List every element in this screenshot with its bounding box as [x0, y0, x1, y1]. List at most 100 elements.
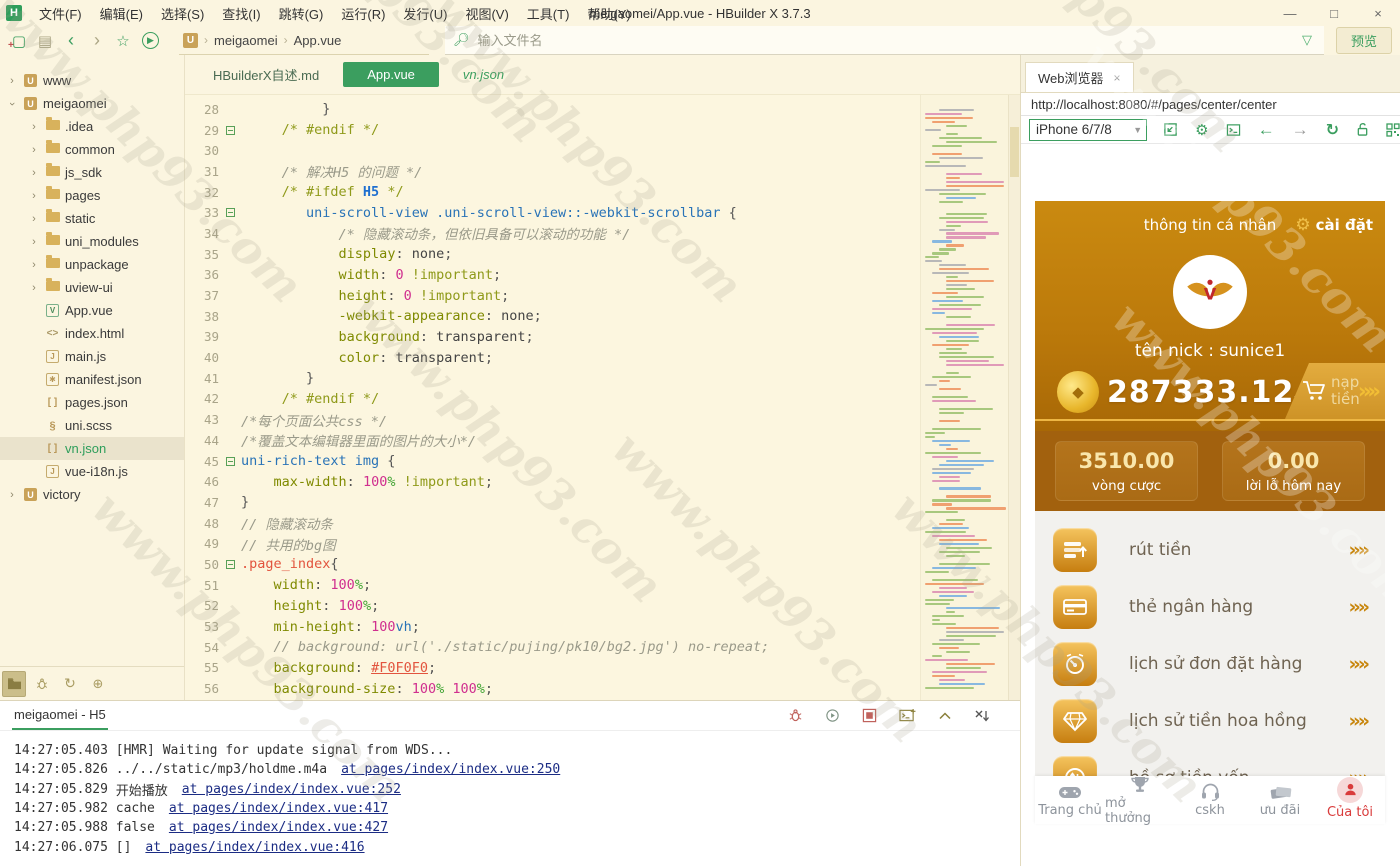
settings-button[interactable]: ⚙ cài đặt — [1295, 215, 1373, 235]
tree-item-manifest.json[interactable]: ✱manifest.json — [0, 368, 184, 391]
tree-item-unpackage[interactable]: ›unpackage — [0, 253, 184, 276]
chevron-collapsed-icon[interactable]: › — [28, 190, 40, 202]
terminal-icon[interactable] — [1226, 123, 1241, 137]
breadcrumb-file[interactable]: App.vue — [294, 33, 342, 48]
nav-item-person[interactable]: Của tôi — [1315, 776, 1385, 824]
chevron-collapsed-icon[interactable]: › — [6, 75, 18, 87]
tree-item-vn.json[interactable]: [ ]vn.json — [0, 437, 184, 460]
close-button[interactable]: × — [1356, 6, 1400, 21]
breadcrumb-project[interactable]: meigaomei — [214, 33, 278, 48]
filter-funnel-icon[interactable]: ▽ — [1302, 32, 1312, 48]
tab-vn.json[interactable]: vn.json — [439, 62, 528, 87]
chevron-collapsed-icon[interactable]: › — [28, 167, 40, 179]
chevron-collapsed-icon[interactable]: › — [28, 144, 40, 156]
menu-item-order-history[interactable]: lịch sử đơn đặt hàng»» — [1035, 635, 1385, 692]
save-icon[interactable]: ▤ — [32, 32, 58, 50]
log-source-link[interactable]: at pages/index/index.vue:427 — [169, 820, 388, 835]
menu-item-选择S[interactable]: 选择(S) — [152, 4, 213, 23]
close-icon[interactable]: × — [1114, 71, 1121, 85]
tree-item-pages.json[interactable]: [ ]pages.json — [0, 391, 184, 414]
nav-item-gamepad[interactable]: Trang chủ — [1035, 776, 1105, 824]
tab-App.vue[interactable]: App.vue — [343, 62, 439, 87]
settings-icon[interactable]: ⚙ — [1195, 121, 1208, 139]
fold-marker-icon[interactable] — [219, 126, 241, 135]
network-icon[interactable]: ⊕ — [86, 671, 110, 697]
code-editor[interactable]: 28 }29 /* #endif */3031 /* 解决H5 的问题 */32… — [185, 95, 1020, 700]
collapse-icon[interactable] — [938, 710, 952, 722]
minimize-button[interactable]: — — [1268, 6, 1312, 21]
new-terminal-icon[interactable] — [899, 708, 916, 723]
chevron-collapsed-icon[interactable]: › — [28, 121, 40, 133]
avatar[interactable]: V — [1173, 255, 1247, 329]
new-file-icon[interactable]: ▢+ — [6, 32, 32, 50]
restart-icon[interactable] — [825, 708, 840, 723]
log-source-link[interactable]: at pages/index/index.vue:252 — [182, 782, 401, 797]
menu-item-运行R[interactable]: 运行(R) — [332, 4, 394, 23]
stop-icon[interactable] — [862, 708, 877, 723]
scrollbar-thumb[interactable] — [1010, 127, 1019, 177]
tree-item-pages[interactable]: ›pages — [0, 184, 184, 207]
tree-item-meigaomei[interactable]: ›Umeigaomei — [0, 92, 184, 115]
tab-HBuilderX自述.md[interactable]: HBuilderX自述.md — [189, 60, 343, 89]
log-source-link[interactable]: at pages/index/index.vue:250 — [341, 762, 560, 777]
tree-item-uni_modules[interactable]: ›uni_modules — [0, 230, 184, 253]
menu-item-文件F[interactable]: 文件(F) — [30, 4, 91, 23]
forward-icon[interactable]: → — [1292, 120, 1309, 140]
nav-item-tickets[interactable]: ưu đãi — [1245, 776, 1315, 824]
qr-code-icon[interactable] — [1386, 123, 1400, 137]
unlock-icon[interactable] — [1356, 122, 1369, 137]
minimap[interactable] — [920, 95, 1008, 700]
menu-item-编辑E[interactable]: 编辑(E) — [91, 4, 152, 23]
bug-icon[interactable] — [788, 708, 803, 723]
menu-item-跳转G[interactable]: 跳转(G) — [270, 4, 333, 23]
menu-item-funds[interactable]: hồ sơ tiền vốn»» — [1035, 749, 1385, 776]
search-input[interactable] — [478, 33, 1298, 48]
log-source-link[interactable]: at pages/index/index.vue:417 — [169, 801, 388, 816]
menu-item-发行U[interactable]: 发行(U) — [394, 4, 456, 23]
tree-item-common[interactable]: ›common — [0, 138, 184, 161]
clear-icon[interactable] — [974, 709, 990, 723]
nav-item-headset[interactable]: cskh — [1175, 776, 1245, 824]
forward-icon[interactable]: › — [84, 30, 110, 51]
chevron-collapsed-icon[interactable]: › — [6, 489, 18, 501]
tree-item-js_sdk[interactable]: ›js_sdk — [0, 161, 184, 184]
url-bar[interactable] — [1021, 93, 1400, 116]
chevron-collapsed-icon[interactable]: › — [28, 213, 40, 225]
log-source-link[interactable]: at pages/index/index.vue:416 — [145, 840, 364, 855]
tree-item-uni.scss[interactable]: §uni.scss — [0, 414, 184, 437]
menu-item-withdraw[interactable]: rút tiền»» — [1035, 521, 1385, 578]
files-panel-icon[interactable] — [2, 671, 26, 697]
menu-item-视图V[interactable]: 视图(V) — [456, 4, 517, 23]
chevron-collapsed-icon[interactable]: › — [28, 236, 40, 248]
tree-item-vue-i18n.js[interactable]: Jvue-i18n.js — [0, 460, 184, 483]
back-icon[interactable]: ← — [1258, 120, 1275, 140]
tree-item-.idea[interactable]: ›.idea — [0, 115, 184, 138]
menu-item-查找I[interactable]: 查找(I) — [213, 4, 269, 23]
chevron-collapsed-icon[interactable]: › — [28, 282, 40, 294]
back-icon[interactable]: ‹ — [58, 30, 84, 51]
tree-item-main.js[interactable]: Jmain.js — [0, 345, 184, 368]
fold-marker-icon[interactable] — [219, 457, 241, 466]
tree-item-App.vue[interactable]: VApp.vue — [0, 299, 184, 322]
tree-item-index.html[interactable]: <>index.html — [0, 322, 184, 345]
tree-item-victory[interactable]: ›Uvictory — [0, 483, 184, 506]
url-input[interactable] — [1021, 97, 1400, 112]
star-icon[interactable]: ☆ — [110, 32, 136, 50]
refresh-icon[interactable]: ↻ — [1326, 120, 1339, 140]
sync-icon[interactable]: ↻ — [58, 671, 82, 697]
breadcrumb[interactable]: U › meigaomei › App.vue — [179, 26, 429, 55]
maximize-button[interactable]: □ — [1312, 6, 1356, 21]
debug-panel-icon[interactable] — [30, 671, 54, 697]
editor-scrollbar[interactable] — [1008, 95, 1020, 700]
open-external-icon[interactable] — [1163, 122, 1178, 137]
tree-item-uview-ui[interactable]: ›uview-ui — [0, 276, 184, 299]
nav-item-trophy[interactable]: mở thưởng — [1105, 776, 1175, 824]
fold-marker-icon[interactable] — [219, 560, 241, 569]
preview-button[interactable]: 预览 — [1336, 27, 1392, 54]
tree-item-static[interactable]: ›static — [0, 207, 184, 230]
run-icon[interactable]: ▶ — [142, 32, 159, 49]
menu-item-bank-card[interactable]: thẻ ngân hàng»» — [1035, 578, 1385, 635]
menu-item-commission[interactable]: lịch sử tiền hoa hồng»» — [1035, 692, 1385, 749]
chevron-collapsed-icon[interactable]: › — [28, 259, 40, 271]
file-search-box[interactable]: 🔎︎ ▽ — [445, 26, 1324, 55]
